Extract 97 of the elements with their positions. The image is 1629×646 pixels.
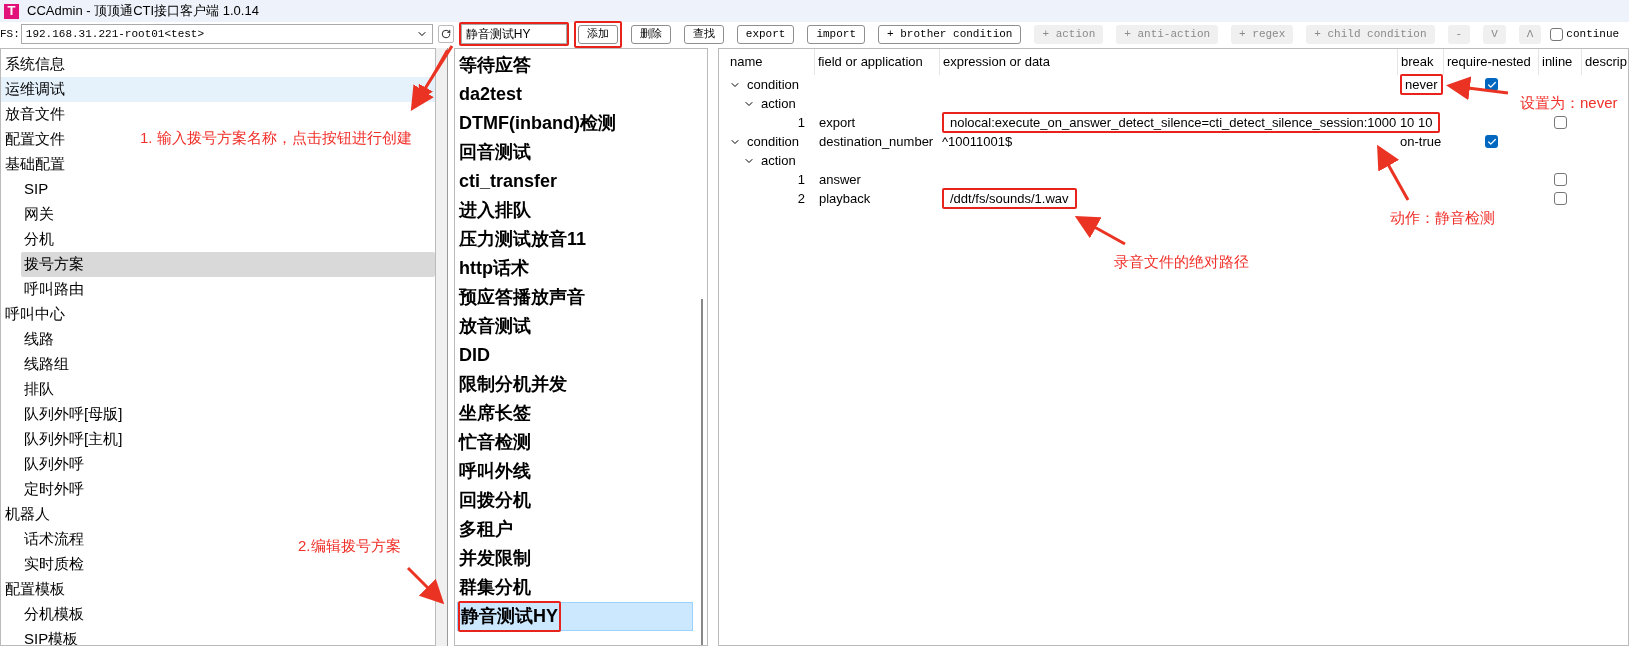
nav-item[interactable]: 定时外呼 (21, 477, 86, 502)
scrollbar-thumb[interactable] (701, 299, 703, 645)
field-text: export (819, 113, 856, 132)
window-title: CCAdmin - 顶顶通CTI接口客户端 1.0.14 (27, 2, 259, 21)
nav-item[interactable]: 配置文件 (1, 127, 67, 152)
checkbox[interactable] (1554, 173, 1567, 186)
dialplan-item[interactable]: 等待应答 (457, 51, 693, 80)
nav-item[interactable]: 实时质检 (21, 552, 86, 577)
annotation-note: 2.编辑拨号方案 (298, 536, 401, 556)
toolbar-button[interactable]: 添加 (577, 24, 618, 44)
dialplan-item[interactable]: 预应答播放声音 (457, 283, 693, 312)
nav-item[interactable]: 队列外呼[母版] (21, 402, 125, 427)
break-text: never (1405, 75, 1438, 94)
column-header[interactable]: field or application (815, 49, 940, 75)
row-name: action (761, 94, 796, 113)
step-number: 2 (797, 189, 805, 208)
nav-item[interactable]: 队列外呼 (21, 452, 86, 477)
nav-item[interactable]: 分机 (21, 227, 56, 252)
dialplan-item[interactable]: DID (457, 341, 693, 370)
dialplan-item[interactable]: da2test (457, 80, 693, 109)
row-name: condition (747, 132, 800, 151)
toolbar-button[interactable]: import (807, 24, 866, 44)
dialplan-item[interactable]: cti_transfer (457, 167, 693, 196)
nav-item[interactable]: 线路组 (21, 352, 71, 377)
annotation-note: 动作：静音检测 (1390, 208, 1495, 228)
nav-item[interactable]: 话术流程 (21, 527, 86, 552)
annotation-note: 录音文件的绝对路径 (1114, 252, 1249, 272)
toolbar-button[interactable]: 查找 (683, 24, 724, 44)
field-text: playback (819, 189, 871, 208)
annotation-note: 1. 输入拨号方案名称，点击按钮进行创建 (140, 128, 412, 148)
dialplan-item[interactable]: 进入排队 (457, 196, 693, 225)
nav-item[interactable]: SIP (21, 177, 51, 202)
dialplan-item[interactable]: 呼叫外线 (457, 457, 693, 486)
column-header[interactable]: require-nested (1444, 49, 1539, 75)
server-label: FS: (0, 26, 20, 42)
scrollbar[interactable] (436, 48, 448, 646)
nav-item[interactable]: 机器人 (1, 502, 52, 527)
dialplan-item[interactable]: 限制分机并发 (457, 370, 693, 399)
dialplan-item[interactable]: 回音测试 (457, 138, 693, 167)
nav-item[interactable]: 运维调试 (1, 77, 435, 102)
dialplan-item[interactable]: 多租户 (457, 515, 693, 544)
column-header[interactable]: break (1398, 49, 1444, 75)
dialplan-item[interactable]: 群集分机 (457, 573, 693, 602)
column-header[interactable]: descrip (1582, 49, 1628, 75)
checkbox-label: continue (1566, 26, 1620, 42)
dialplan-item[interactable]: http话术 (457, 254, 693, 283)
app-logo: T (4, 3, 19, 19)
server-value: 192.168.31.221-root01<test> (25, 26, 205, 42)
annotation-arrow (406, 566, 445, 605)
server-select[interactable]: 192.168.31.221-root01<test> (20, 24, 433, 44)
expression-text: ^10011001$ (942, 132, 1013, 151)
annotation-note: 设置为：never (1520, 93, 1618, 113)
dialplan-item[interactable]: 静音测试HY (457, 602, 693, 631)
annotation-arrow (1074, 216, 1126, 246)
highlight-frame: 静音测试HY (458, 601, 561, 632)
column-header[interactable]: expression or data (940, 49, 1398, 75)
break-text: on-true (1400, 132, 1442, 151)
nav-item[interactable]: 网关 (21, 202, 56, 227)
toolbar-button[interactable]: export (736, 24, 795, 44)
nav-item[interactable]: 放音文件 (1, 102, 67, 127)
checkbox[interactable] (1485, 135, 1498, 148)
nav-item[interactable]: 拨号方案 (21, 252, 435, 277)
dialplan-item[interactable]: 忙音检测 (457, 428, 693, 457)
row-name: action (761, 151, 796, 170)
dialplan-item[interactable]: 放音测试 (457, 312, 693, 341)
expression-text: /ddt/fs/sounds/1.wav (950, 189, 1069, 208)
nav-item[interactable]: 配置模板 (1, 577, 67, 602)
nav-item[interactable]: 呼叫中心 (1, 302, 67, 327)
nav-item[interactable]: 队列外呼[主机] (21, 427, 125, 452)
nav-item[interactable]: 排队 (21, 377, 56, 402)
field-text: answer (819, 170, 861, 189)
nav-item[interactable]: 分机模板 (21, 602, 86, 627)
nav-item[interactable]: 基础配置 (1, 152, 67, 177)
checkbox[interactable] (1554, 116, 1567, 129)
dialplan-item[interactable]: 压力测试放音11 (457, 225, 693, 254)
annotation-arrow (1446, 76, 1509, 101)
row-name: condition (747, 75, 800, 94)
dialplan-item[interactable]: 回拨分机 (457, 486, 693, 515)
step-number: 1 (797, 113, 805, 132)
dialplan-item[interactable]: 坐席长签 (457, 399, 693, 428)
step-number: 1 (797, 170, 805, 189)
dialplan-item[interactable]: 并发限制 (457, 544, 693, 573)
nav-item[interactable]: 系统信息 (1, 52, 67, 77)
nav-item[interactable]: 线路 (21, 327, 56, 352)
column-header[interactable]: inline (1539, 49, 1582, 75)
annotation-arrow (1377, 144, 1410, 201)
checkbox[interactable] (1550, 27, 1564, 41)
toolbar-button[interactable]: + brother condition (878, 24, 1022, 44)
name-field[interactable]: 静音测试HY (460, 24, 567, 44)
refresh-button[interactable] (437, 25, 454, 43)
nav-item[interactable]: 呼叫路由 (21, 277, 86, 302)
toolbar-button[interactable]: 删除 (630, 24, 671, 44)
expression-text: nolocal:execute_on_answer_detect_silence=cti_detect_silence_session:1000 10 10 (950, 113, 1433, 132)
dialplan-item[interactable]: DTMF(inband)检测 (457, 109, 693, 138)
checkbox[interactable] (1554, 192, 1567, 205)
column-header[interactable]: name (727, 49, 815, 75)
field-text: destination_number (819, 132, 934, 151)
